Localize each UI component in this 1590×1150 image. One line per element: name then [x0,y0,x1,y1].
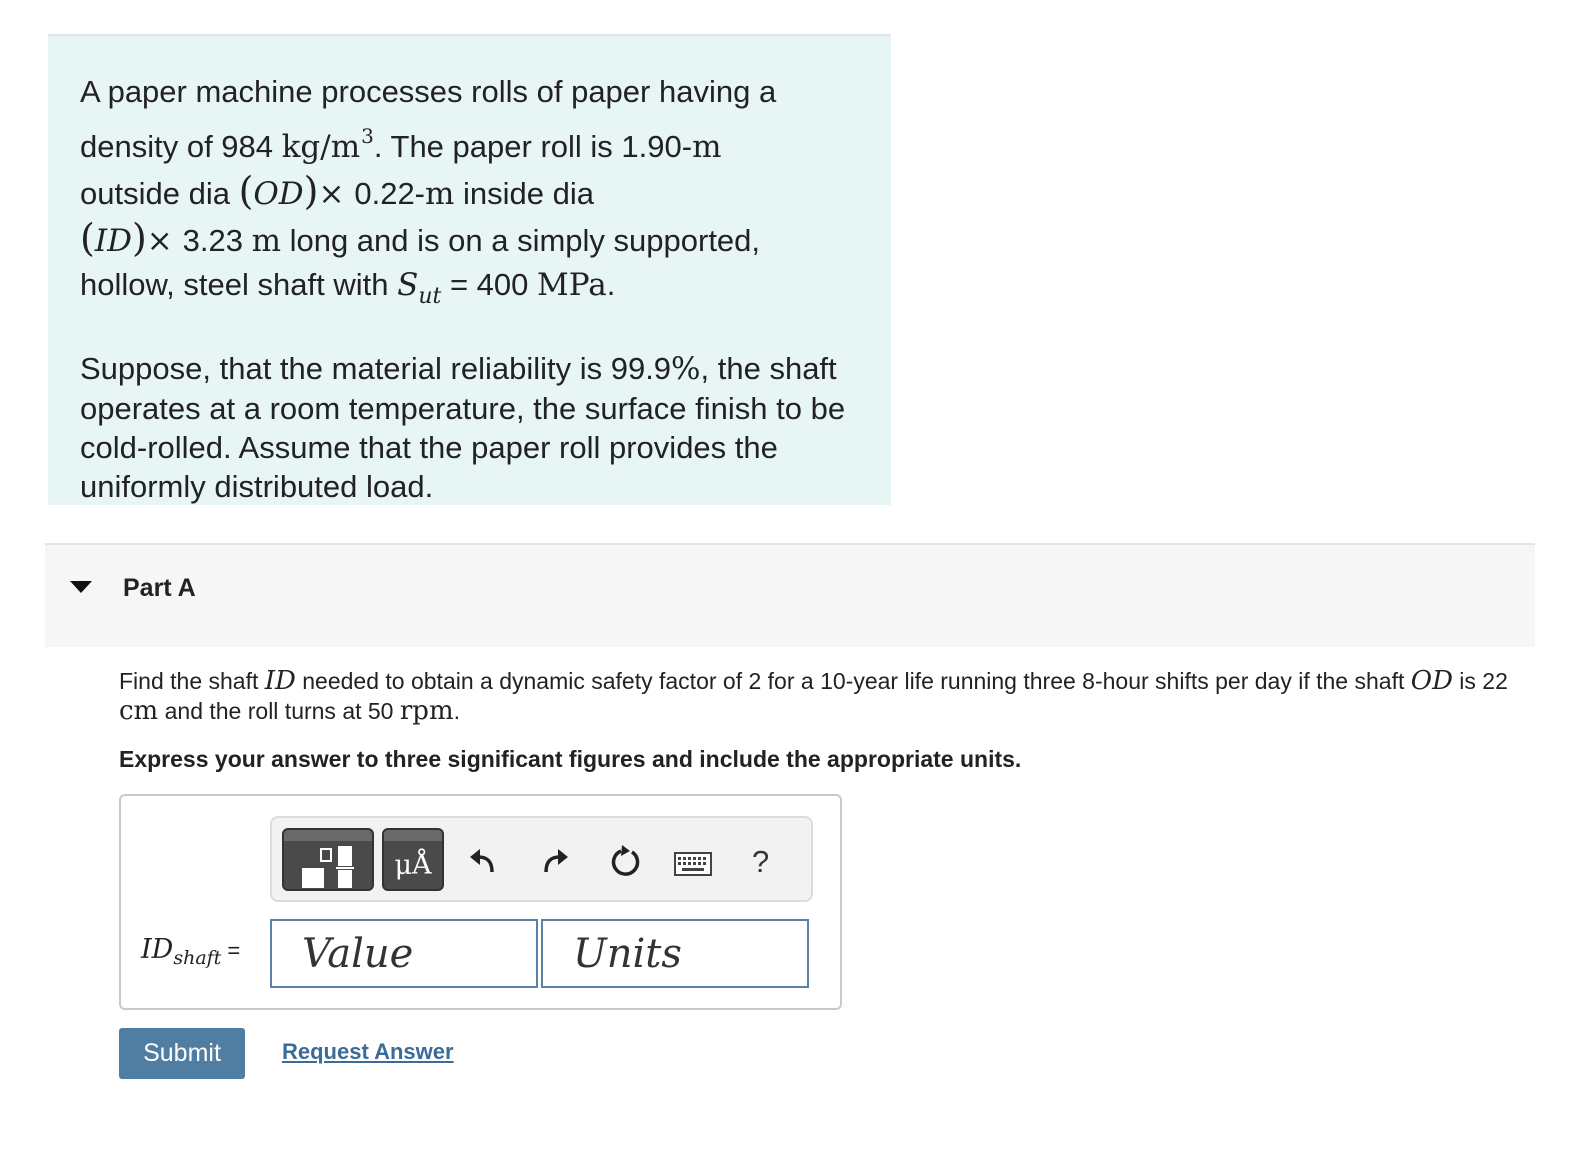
submit-button[interactable]: Submit [119,1028,245,1079]
collapse-triangle-icon[interactable] [70,581,92,593]
help-icon[interactable]: ? [752,844,769,880]
part-title: Part A [123,574,196,602]
answer-variable-label: IDshaft = [141,934,241,969]
undo-icon[interactable] [468,846,498,881]
question-text: Find the shaft ID needed to obtain a dyn… [119,666,1508,726]
request-answer-link[interactable]: Request Answer [282,1039,454,1065]
value-input[interactable] [270,919,538,988]
redo-icon[interactable] [540,846,570,881]
problem-paragraph-2: Suppose, that the material reliability i… [80,351,846,504]
keyboard-icon[interactable] [674,852,712,881]
math-toolbar: μÅ ? [270,816,813,902]
reset-icon[interactable] [608,844,642,883]
problem-statement: A paper machine processes rolls of paper… [48,34,891,505]
units-icon: μÅ [394,850,432,881]
units-input[interactable] [541,919,809,988]
templates-button[interactable] [282,828,374,891]
answer-instructions: Express your answer to three significant… [119,746,1022,772]
part-a-header[interactable]: Part A [45,543,1535,647]
problem-paragraph-1: A paper machine processes rolls of paper… [80,74,777,309]
answer-box: μÅ ? IDshaft = [119,794,842,1010]
units-button[interactable]: μÅ [382,828,444,891]
